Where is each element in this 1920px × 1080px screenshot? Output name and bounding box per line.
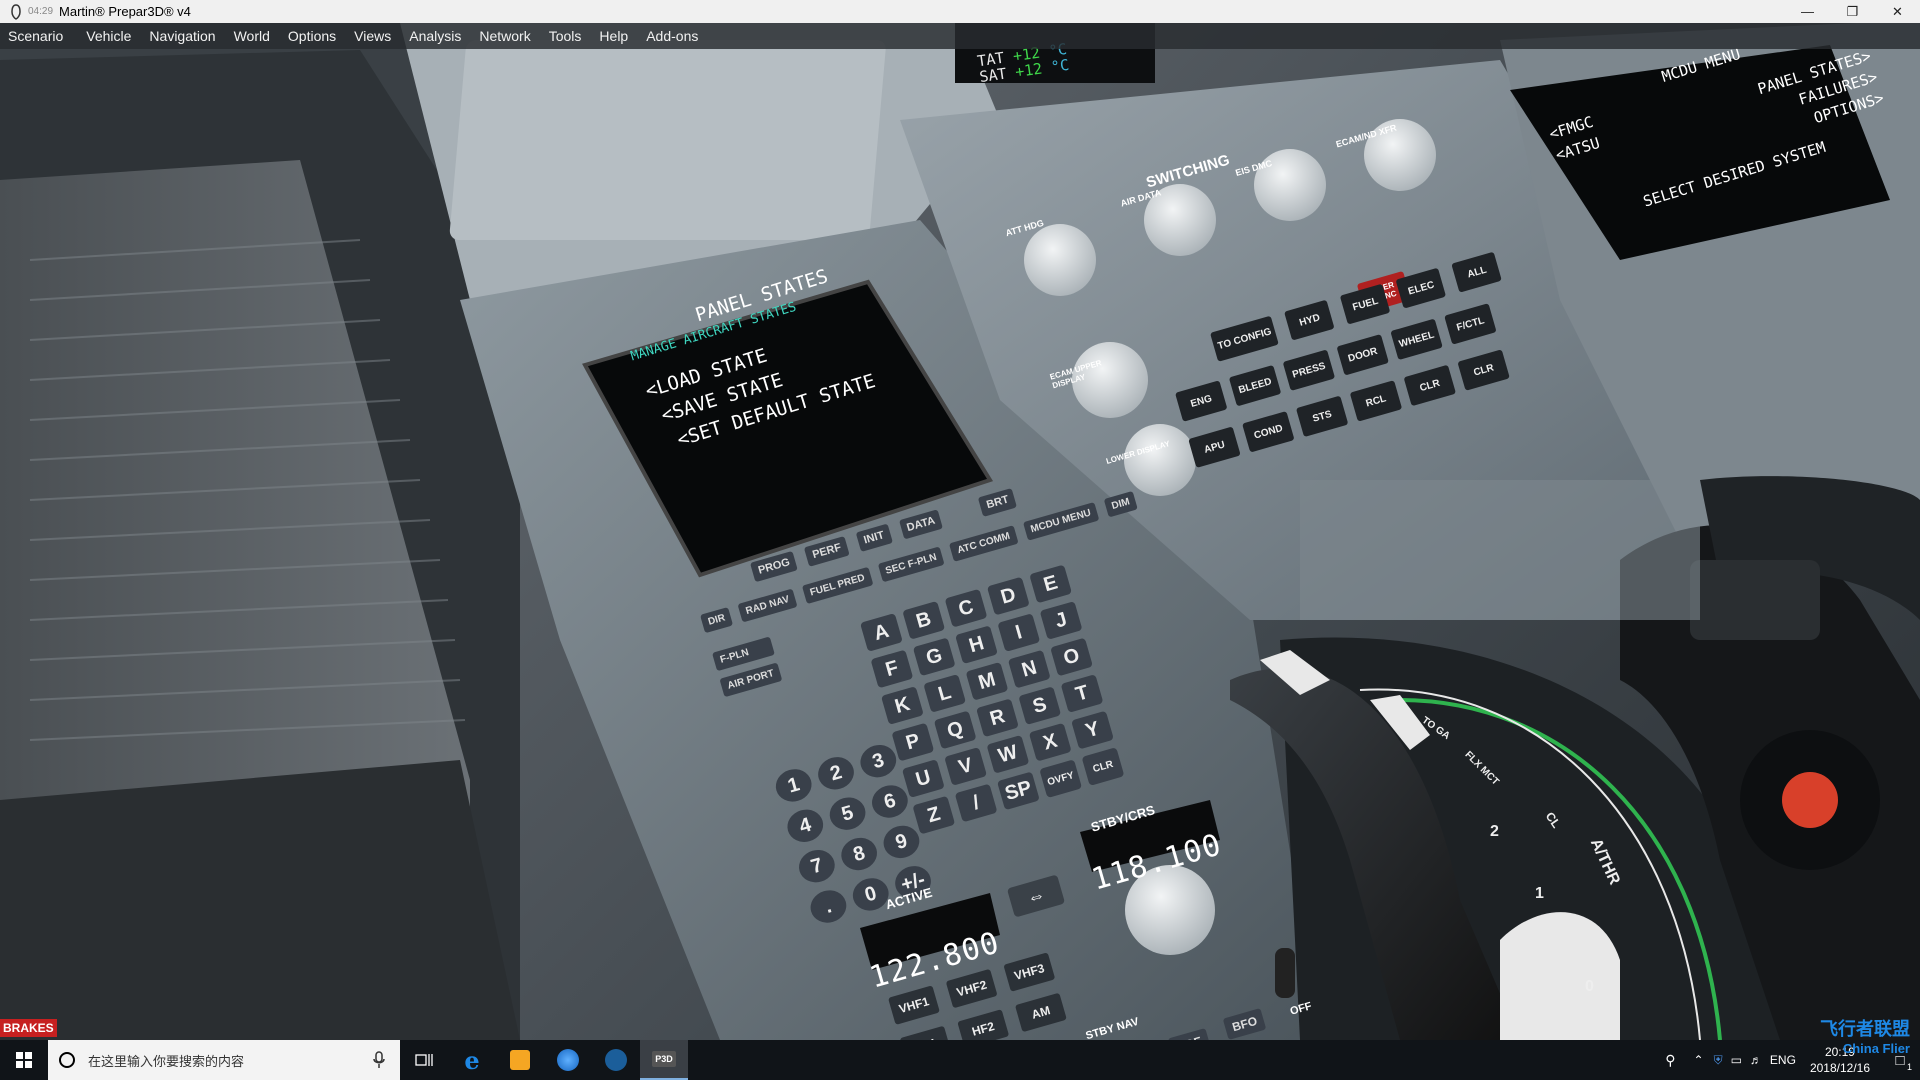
rmp-knob[interactable] bbox=[1125, 888, 1215, 978]
throttle-label-2: 2 bbox=[1490, 823, 1499, 840]
edge-icon: e bbox=[464, 1045, 480, 1075]
menu-tools[interactable]: Tools bbox=[540, 28, 591, 44]
key-t[interactable]: T bbox=[1060, 674, 1104, 713]
start-button[interactable] bbox=[0, 1040, 48, 1080]
key-l[interactable]: L bbox=[923, 674, 967, 713]
ecam-lower-knob[interactable] bbox=[1124, 447, 1196, 519]
minimize-button[interactable]: — bbox=[1785, 0, 1830, 23]
volume-icon[interactable]: ♬ bbox=[1750, 1053, 1762, 1067]
window-titlebar: 04:29 Martin® Prepar3D® v4 — ❐ ✕ bbox=[0, 0, 1920, 23]
shield-icon[interactable]: ⛨ bbox=[1714, 1053, 1723, 1068]
p3d-app-icon[interactable] bbox=[6, 2, 26, 22]
key-h[interactable]: H bbox=[955, 625, 998, 665]
steam-icon bbox=[605, 1049, 627, 1071]
people-icon[interactable]: ⚲ bbox=[1665, 1052, 1675, 1069]
browser-icon bbox=[557, 1049, 579, 1071]
menu-bar: Scenario Vehicle Navigation World Options Vie… bbox=[0, 23, 1920, 49]
key-j[interactable]: J bbox=[1039, 601, 1083, 640]
key-v[interactable]: V bbox=[944, 747, 988, 786]
key-u[interactable]: U bbox=[901, 759, 945, 798]
notification-count: 1 bbox=[1906, 1062, 1912, 1072]
key-k[interactable]: K bbox=[880, 686, 924, 725]
ecam-upper-knob[interactable] bbox=[1072, 365, 1148, 441]
key-y[interactable]: Y bbox=[1071, 710, 1114, 750]
menu-help[interactable]: Help bbox=[590, 28, 637, 44]
p3d-icon: P3D bbox=[652, 1051, 676, 1067]
taskbar-files[interactable] bbox=[496, 1040, 544, 1080]
minimize-icon: — bbox=[1801, 4, 1814, 19]
menu-views[interactable]: Views bbox=[345, 28, 400, 44]
att-hdg-knob[interactable] bbox=[1024, 247, 1096, 319]
throttle-label-0: 0 bbox=[1585, 978, 1594, 995]
thrust-lever-1[interactable] bbox=[1230, 673, 1410, 1040]
sat-value: +12 bbox=[1014, 59, 1044, 82]
taskbar-search[interactable]: 在这里输入你要搜索的内容 bbox=[48, 1040, 400, 1080]
key-s[interactable]: S bbox=[1018, 686, 1062, 726]
taskbar-edge[interactable]: e bbox=[448, 1040, 496, 1080]
menu-analysis[interactable]: Analysis bbox=[400, 28, 470, 44]
key-n[interactable]: N bbox=[1007, 649, 1051, 689]
restore-button[interactable]: ❐ bbox=[1830, 0, 1875, 23]
network-icon[interactable]: ▭ bbox=[1731, 1053, 1742, 1067]
key-digit-4[interactable]: 4 bbox=[783, 805, 828, 847]
taskbar-steam[interactable] bbox=[592, 1040, 640, 1080]
cortana-icon bbox=[59, 1052, 75, 1068]
menu-options[interactable]: Options bbox=[279, 28, 345, 44]
key-digit-7[interactable]: 7 bbox=[795, 845, 839, 887]
rmp-hf2-button[interactable]: HF2 bbox=[957, 1009, 1010, 1040]
air-data-knob[interactable] bbox=[1144, 207, 1216, 279]
key-x[interactable]: X bbox=[1028, 722, 1072, 762]
search-placeholder: 在这里输入你要搜索的内容 bbox=[88, 1053, 245, 1069]
key-q[interactable]: Q bbox=[933, 710, 977, 750]
microphone-icon[interactable] bbox=[372, 1051, 386, 1069]
taskbar-p3d[interactable]: P3D bbox=[640, 1040, 688, 1080]
key-p[interactable]: P bbox=[891, 722, 935, 762]
key-digit-5[interactable]: 5 bbox=[825, 793, 870, 835]
taskbar-browser[interactable] bbox=[544, 1040, 592, 1080]
key-f[interactable]: F bbox=[870, 649, 914, 689]
time-overlay: 04:29 bbox=[28, 6, 54, 17]
key-m[interactable]: M bbox=[965, 661, 1009, 701]
restore-icon: ❐ bbox=[1846, 3, 1859, 19]
windows-icon bbox=[16, 1052, 32, 1068]
watermark-logo: 飞行者联盟 China Flier bbox=[1820, 1015, 1910, 1056]
key-r[interactable]: R bbox=[976, 698, 1019, 738]
task-view-icon bbox=[415, 1054, 433, 1066]
window-title: Martin® Prepar3D® v4 bbox=[59, 4, 191, 19]
transfer-arrows-icon: ⇔ bbox=[1024, 883, 1048, 908]
simulator-view[interactable]: TAT +12 °C SAT +12 °C PANEL STATES MANAG… bbox=[0, 23, 1920, 1040]
athr-disconnect-button[interactable] bbox=[1780, 771, 1840, 831]
thrust-lever-2[interactable] bbox=[1640, 523, 1900, 1033]
taskbar: 在这里输入你要搜索的内容 e P3D ⚲ ⌃ ⛨ ▭ ♬ ENG 20:19 2… bbox=[0, 1040, 1920, 1080]
task-view-button[interactable] bbox=[400, 1040, 448, 1080]
clock-date: 2018/12/16 bbox=[1809, 1061, 1870, 1075]
menu-navigation[interactable]: Navigation bbox=[140, 28, 224, 44]
sat-label: SAT bbox=[978, 64, 1008, 87]
folder-icon bbox=[510, 1050, 530, 1070]
key-o[interactable]: O bbox=[1050, 637, 1094, 677]
throttle-label-1: 1 bbox=[1535, 885, 1544, 902]
watermark-cn: 飞行者联盟 bbox=[1820, 1019, 1910, 1039]
language-indicator[interactable]: ENG bbox=[1770, 1053, 1796, 1067]
brakes-indicator: BRAKES bbox=[0, 1019, 57, 1037]
key-i[interactable]: I bbox=[997, 613, 1041, 652]
close-button[interactable]: ✕ bbox=[1875, 0, 1920, 23]
menu-network[interactable]: Network bbox=[470, 28, 539, 44]
sat-unit: °C bbox=[1049, 55, 1071, 77]
rmp-hf1-button[interactable]: HF1 bbox=[899, 1025, 952, 1040]
ecam-nd-xfr-knob[interactable] bbox=[1364, 142, 1436, 214]
menu-world[interactable]: World bbox=[225, 28, 279, 44]
menu-add-ons[interactable]: Add-ons bbox=[637, 28, 707, 44]
key-w[interactable]: W bbox=[986, 734, 1030, 774]
watermark-en: China Flier bbox=[1842, 1041, 1910, 1056]
menu-vehicle[interactable]: Vehicle bbox=[77, 28, 140, 44]
key-digit-8[interactable]: 8 bbox=[837, 833, 881, 875]
close-icon: ✕ bbox=[1892, 3, 1903, 19]
eis-dmc-knob[interactable] bbox=[1254, 172, 1326, 244]
chevron-up-icon[interactable]: ⌃ bbox=[1694, 1053, 1704, 1067]
menu-scenario[interactable]: Scenario bbox=[0, 28, 77, 44]
key-g[interactable]: G bbox=[912, 637, 956, 677]
